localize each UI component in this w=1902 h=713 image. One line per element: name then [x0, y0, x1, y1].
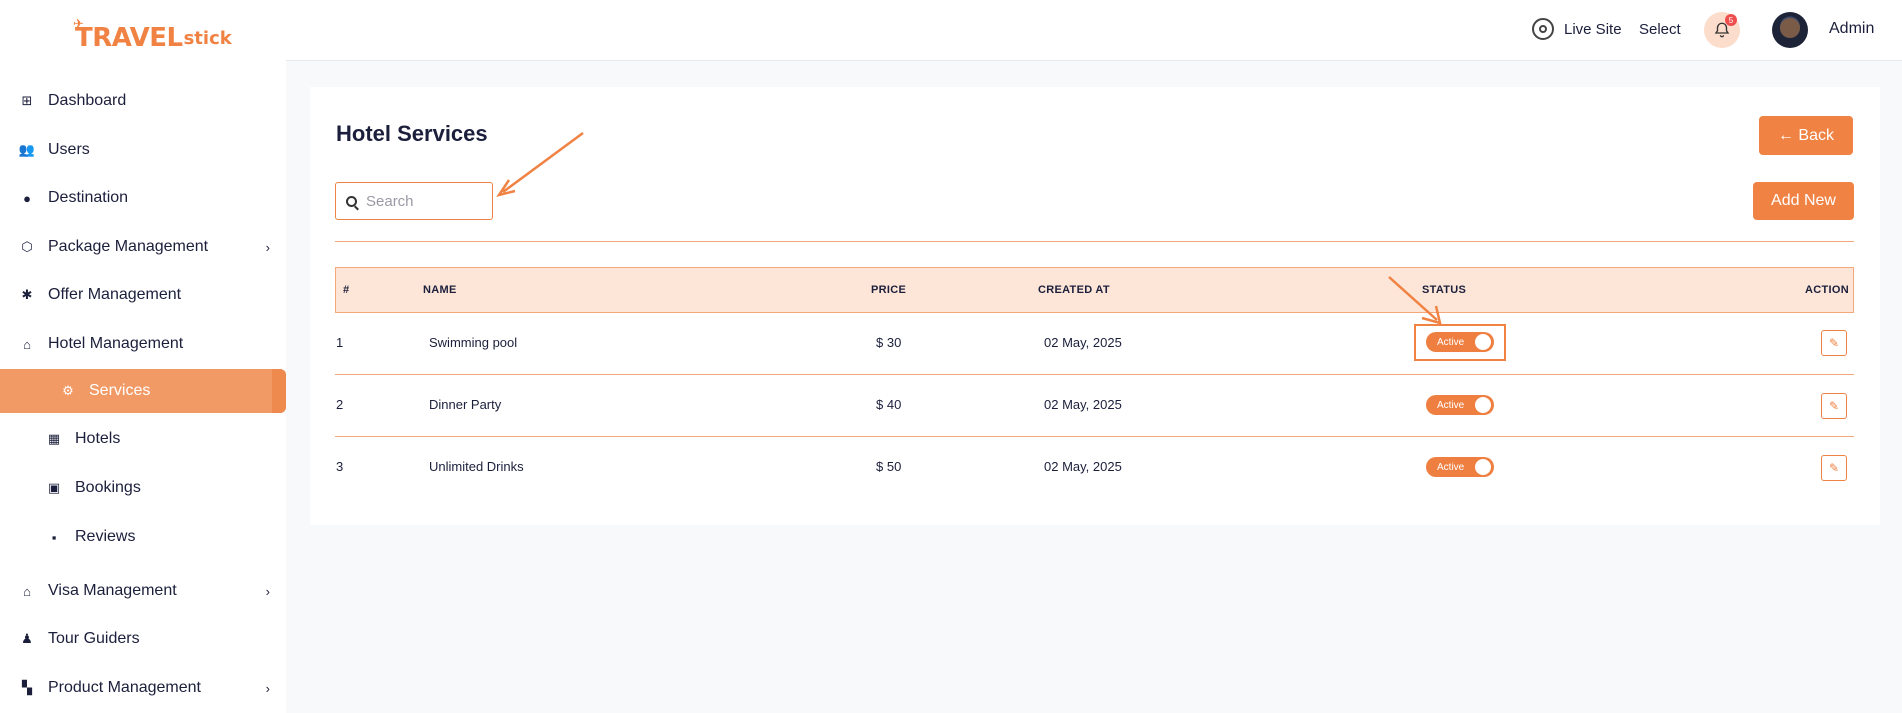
table-row: 2 Dinner Party $ 40 02 May, 2025 Active … [335, 375, 1854, 437]
search-icon [346, 195, 357, 207]
sidebar: ✈ TRAVEL stick ⊞ Dashboard 👥 Users ● Des… [0, 0, 286, 713]
offer-badge-icon: ✱ [21, 287, 33, 302]
status-toggle-label: Active [1437, 399, 1465, 411]
sidebar-item-hotels[interactable]: ▦ Hotels [0, 417, 286, 461]
sidebar-item-dashboard[interactable]: ⊞ Dashboard [0, 79, 286, 123]
sidebar-item-label: Dashboard [48, 92, 127, 109]
header-name: NAME [423, 284, 457, 296]
destination-pin-icon: ● [23, 190, 31, 206]
search-input[interactable] [366, 192, 486, 210]
cell-created-at: 02 May, 2025 [1044, 397, 1122, 412]
cell-name: Dinner Party [429, 397, 502, 412]
header-action: ACTION [1805, 284, 1849, 296]
users-icon: 👥 [18, 142, 36, 157]
chevron-right-icon: › [265, 680, 270, 696]
edit-button[interactable]: ✎ [1821, 455, 1847, 481]
sidebar-item-label: Visa Management [48, 582, 177, 599]
cell-created-at: 02 May, 2025 [1044, 459, 1122, 474]
pencil-icon: ✎ [1828, 336, 1840, 350]
chevron-right-icon: › [265, 239, 270, 255]
notification-count-badge: 5 [1725, 14, 1737, 26]
edit-button[interactable]: ✎ [1821, 393, 1847, 419]
add-new-button[interactable]: Add New [1753, 182, 1854, 220]
sidebar-item-label: Hotel Management [48, 335, 184, 352]
visa-icon: ⌂ [23, 583, 31, 599]
person-icon: ♟ [21, 631, 33, 646]
travelstick-logo[interactable]: ✈ TRAVEL stick [73, 16, 232, 56]
cell-index: 3 [336, 459, 344, 474]
search-box[interactable] [335, 182, 493, 220]
status-toggle[interactable]: Active [1426, 395, 1494, 415]
sidebar-item-hotel-management[interactable]: ⌂ Hotel Management [0, 322, 286, 366]
avatar[interactable] [1772, 12, 1808, 48]
sidebar-item-reviews[interactable]: ▪ Reviews [0, 515, 286, 559]
sidebar-item-visa-management[interactable]: ⌂ Visa Management › [0, 569, 286, 613]
sidebar-item-label: Hotels [75, 430, 121, 447]
chevron-right-icon: › [265, 583, 270, 599]
pencil-icon: ✎ [1828, 399, 1840, 413]
dashboard-icon: ⊞ [21, 93, 33, 108]
status-highlight-box [1414, 324, 1506, 361]
cell-name: Unlimited Drinks [429, 459, 524, 474]
cell-index: 2 [336, 397, 344, 412]
sidebar-item-bookings[interactable]: ▣ Bookings [0, 466, 286, 510]
live-site-label: Live Site [1564, 20, 1622, 38]
sidebar-item-label: Destination [48, 189, 129, 206]
logo-text-sub: stick [183, 27, 232, 49]
logo-text-main: TRAVEL [75, 23, 183, 53]
package-box-icon: ⬡ [21, 239, 33, 254]
cell-name: Swimming pool [429, 335, 518, 350]
header-price: PRICE [871, 284, 907, 296]
live-site-icon [1532, 18, 1554, 40]
sidebar-item-label: Services [89, 382, 151, 399]
sidebar-item-services[interactable]: ⚙ Services [0, 369, 286, 413]
plane-icon: ✈ [73, 16, 84, 31]
services-icon: ⚙ [62, 383, 74, 398]
back-button[interactable]: ← Back [1759, 116, 1853, 155]
sidebar-item-product-management[interactable]: ▚ Product Management › [0, 666, 286, 710]
chat-bubble-icon: ▪ [51, 529, 57, 545]
divider [335, 241, 1854, 242]
sidebar-item-package-management[interactable]: ⬡ Package Management › [0, 225, 286, 269]
table-row: 1 Swimming pool $ 30 02 May, 2025 Active… [335, 313, 1854, 375]
sidebar-item-tour-guiders[interactable]: ♟ Tour Guiders [0, 617, 286, 661]
live-site-link[interactable]: Live Site [1532, 18, 1622, 40]
cell-price: $ 30 [876, 335, 902, 350]
building-icon: ▦ [47, 431, 61, 446]
edit-button[interactable]: ✎ [1821, 330, 1847, 356]
calendar-icon: ▣ [47, 480, 61, 495]
sidebar-item-label: Users [48, 141, 90, 158]
toggle-knob [1475, 397, 1491, 413]
select-dropdown[interactable]: Select [1639, 21, 1681, 38]
sidebar-item-destination[interactable]: ● Destination [0, 176, 286, 220]
user-name[interactable]: Admin [1829, 20, 1874, 38]
table-row: 3 Unlimited Drinks $ 50 02 May, 2025 Act… [335, 437, 1854, 499]
grid-icon: ▚ [22, 680, 32, 695]
sidebar-item-label: Reviews [75, 528, 136, 545]
cell-index: 1 [336, 335, 344, 350]
cell-price: $ 50 [876, 459, 902, 474]
sidebar-item-offer-management[interactable]: ✱ Offer Management [0, 273, 286, 317]
toggle-knob [1475, 459, 1491, 475]
page-title: Hotel Services [336, 121, 488, 146]
sidebar-item-label: Bookings [75, 479, 141, 496]
sidebar-item-users[interactable]: 👥 Users [0, 128, 286, 172]
header-created-at: CREATED AT [1038, 284, 1110, 296]
sidebar-item-label: Package Management [48, 238, 209, 255]
cell-created-at: 02 May, 2025 [1044, 335, 1122, 350]
status-toggle[interactable]: Active [1426, 457, 1494, 477]
cell-price: $ 40 [876, 397, 902, 412]
table-header: # NAME PRICE CREATED AT STATUS ACTION [335, 267, 1854, 313]
sidebar-item-label: Product Management [48, 679, 201, 696]
sidebar-item-label: Tour Guiders [48, 630, 140, 647]
header-index: # [343, 284, 350, 296]
hotel-icon: ⌂ [23, 336, 31, 352]
header-status: STATUS [1422, 284, 1467, 296]
pencil-icon: ✎ [1828, 461, 1840, 475]
sidebar-item-label: Offer Management [48, 286, 182, 303]
status-toggle-label: Active [1437, 461, 1465, 473]
